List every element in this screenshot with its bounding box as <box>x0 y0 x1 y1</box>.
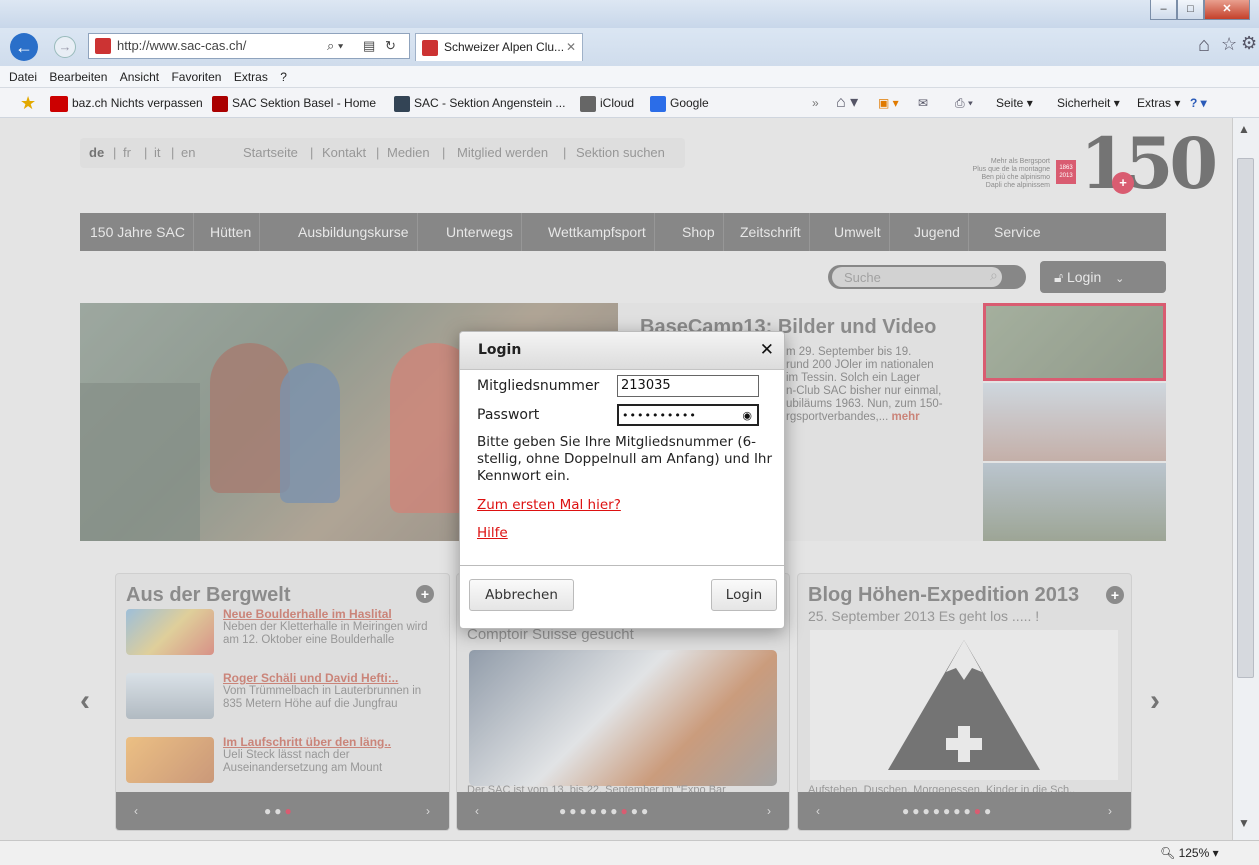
settings-gear-icon[interactable]: ⚙ <box>1241 33 1257 54</box>
tab-title: Schweizer Alpen Clu... <box>444 40 565 54</box>
print-icon[interactable]: ⎙ ▾ <box>955 88 973 118</box>
site-favicon-icon <box>95 38 111 54</box>
compat-view-icon[interactable]: ▤ <box>363 34 375 58</box>
help-link[interactable]: Hilfe <box>477 525 508 541</box>
maximize-button[interactable]: □ <box>1177 0 1204 20</box>
member-number-field[interactable]: 213035 <box>617 375 759 397</box>
fav-icloud[interactable]: iCloud <box>580 88 634 118</box>
search-dropdown-icon[interactable]: ⌕ ▾ <box>327 34 343 58</box>
menu-ansicht[interactable]: Ansicht <box>120 70 159 84</box>
favorites-bar: ★ baz.ch Nichts verpassen SAC Sektion Ba… <box>0 88 1259 118</box>
scroll-up-icon[interactable]: ▲ <box>1238 122 1250 136</box>
toolbar-security-menu[interactable]: Sicherheit ▾ <box>1057 88 1120 118</box>
fav-baz[interactable]: baz.ch Nichts verpassen <box>50 88 203 118</box>
menu-bearbeiten[interactable]: Bearbeiten <box>49 70 107 84</box>
minimize-button[interactable]: – <box>1150 0 1177 20</box>
fav-sac-angenstein[interactable]: SAC - Sektion Angenstein ... <box>394 88 565 118</box>
menu-help[interactable]: ? <box>280 70 287 84</box>
scroll-down-icon[interactable]: ▼ <box>1238 816 1250 830</box>
login-dialog: Login ✕ Mitgliedsnummer 213035 Passwort … <box>459 331 785 629</box>
toolbar-extras-menu[interactable]: Extras ▾ <box>1137 88 1180 118</box>
zoom-icon: 🔍︎ <box>1160 846 1176 860</box>
home-toolbar-icon[interactable]: ⌂ ▾ <box>836 88 858 118</box>
apple-icon <box>580 95 596 112</box>
favorites-star-icon[interactable]: ★ <box>20 88 36 118</box>
fav-sac-basel[interactable]: SAC Sektion Basel - Home <box>212 88 376 118</box>
google-icon <box>650 95 666 112</box>
dialog-header: Login ✕ <box>460 332 784 370</box>
refresh-icon[interactable]: ↻ <box>385 34 396 58</box>
rss-feed-icon[interactable]: ▣ ▾ <box>878 88 899 118</box>
toolbar-page-menu[interactable]: Seite ▾ <box>996 88 1033 118</box>
first-time-link[interactable]: Zum ersten Mal hier? <box>477 497 621 513</box>
password-label: Passwort <box>477 407 540 423</box>
reveal-password-icon[interactable]: ◉ <box>742 406 753 426</box>
login-button[interactable]: Login <box>711 579 777 611</box>
password-field[interactable]: •••••••••• ◉ <box>617 404 759 426</box>
menu-extras[interactable]: Extras <box>234 70 268 84</box>
address-bar[interactable]: http://www.sac-cas.ch/ ⌕ ▾ ▤ ↻ <box>88 33 410 59</box>
scrollbar-thumb[interactable] <box>1237 158 1254 678</box>
overflow-chevron-icon[interactable]: » <box>812 88 819 118</box>
help-icon[interactable]: ? ▾ <box>1190 88 1207 118</box>
member-number-label: Mitgliedsnummer <box>477 378 600 394</box>
tab-close-icon[interactable]: ✕ <box>566 34 576 60</box>
baz-icon <box>50 95 68 112</box>
forward-button[interactable]: → <box>54 36 76 58</box>
mountain-icon <box>212 95 228 112</box>
login-help-text: Bitte geben Sie Ihre Mitgliedsnummer (6-… <box>477 434 773 484</box>
mail-icon[interactable]: ✉ <box>918 88 928 118</box>
status-bar: 🔍︎ 125% ▾ <box>0 840 1259 865</box>
close-icon[interactable]: ✕ <box>760 340 774 360</box>
bird-icon <box>394 95 410 112</box>
menu-bar: Datei Bearbeiten Ansicht Favoriten Extra… <box>0 66 1259 88</box>
browser-tab[interactable]: Schweizer Alpen Clu... ✕ <box>415 33 583 61</box>
favorites-star-icon[interactable]: ☆ <box>1221 34 1237 55</box>
address-text: http://www.sac-cas.ch/ <box>117 38 247 53</box>
vertical-scrollbar[interactable]: ▲ ▼ <box>1232 118 1259 840</box>
back-button[interactable]: ← <box>10 33 38 61</box>
window-titlebar: – □ ✕ <box>0 0 1259 28</box>
dialog-title: Login <box>478 342 522 358</box>
cancel-button[interactable]: Abbrechen <box>469 579 574 611</box>
menu-datei[interactable]: Datei <box>9 70 37 84</box>
menu-favoriten[interactable]: Favoriten <box>171 70 221 84</box>
home-icon[interactable]: ⌂ <box>1198 34 1210 57</box>
zoom-level[interactable]: 🔍︎ 125% ▾ <box>1160 841 1219 865</box>
tab-favicon-icon <box>422 40 438 56</box>
close-window-button[interactable]: ✕ <box>1204 0 1250 20</box>
divider <box>460 565 784 566</box>
fav-google[interactable]: Google <box>650 88 709 118</box>
